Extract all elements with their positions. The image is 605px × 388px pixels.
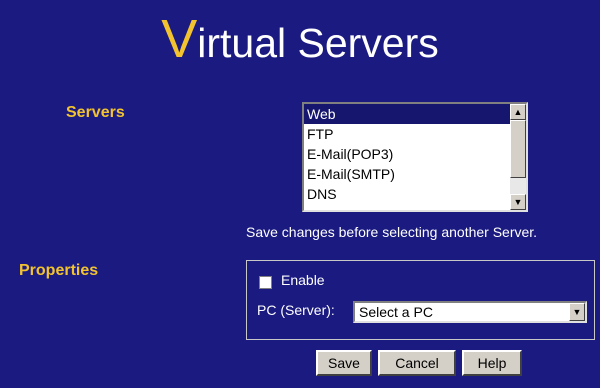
- servers-section-label: Servers: [66, 104, 125, 121]
- servers-list: Web FTP E-Mail(POP3) E-Mail(SMTP) DNS: [304, 104, 510, 210]
- title-initial: V: [161, 9, 198, 69]
- properties-box: Enable PC (Server): Select a PC ▼: [246, 260, 595, 340]
- virtual-servers-panel: Virtual Servers Servers Web FTP E-Mail(P…: [0, 0, 600, 388]
- title-rest: irtual Servers: [197, 20, 439, 66]
- help-button[interactable]: Help: [462, 350, 522, 376]
- properties-section-label: Properties: [19, 262, 99, 279]
- save-button[interactable]: Save: [316, 350, 372, 376]
- scrollbar-thumb[interactable]: [510, 120, 526, 178]
- pc-server-select[interactable]: Select a PC ▼: [353, 301, 587, 323]
- enable-checkbox[interactable]: [259, 276, 272, 289]
- dropdown-arrow-icon[interactable]: ▼: [569, 303, 585, 321]
- enable-label: Enable: [281, 272, 325, 288]
- server-item-dns[interactable]: DNS: [304, 184, 510, 204]
- pc-server-select-value: Select a PC: [359, 304, 433, 320]
- pc-server-label: PC (Server):: [257, 302, 335, 318]
- cancel-button[interactable]: Cancel: [378, 350, 456, 376]
- servers-listbox[interactable]: Web FTP E-Mail(POP3) E-Mail(SMTP) DNS ▲ …: [302, 102, 528, 212]
- scroll-down-arrow-icon[interactable]: ▼: [510, 194, 526, 210]
- save-changes-note: Save changes before selecting another Se…: [246, 224, 538, 240]
- server-item-ftp[interactable]: FTP: [304, 124, 510, 144]
- scroll-up-arrow-icon[interactable]: ▲: [510, 104, 526, 120]
- server-item-web[interactable]: Web: [304, 104, 510, 124]
- page-title: Virtual Servers: [0, 12, 600, 67]
- server-item-email-smtp[interactable]: E-Mail(SMTP): [304, 164, 510, 184]
- server-item-email-pop3[interactable]: E-Mail(POP3): [304, 144, 510, 164]
- servers-scrollbar[interactable]: ▲ ▼: [510, 104, 526, 210]
